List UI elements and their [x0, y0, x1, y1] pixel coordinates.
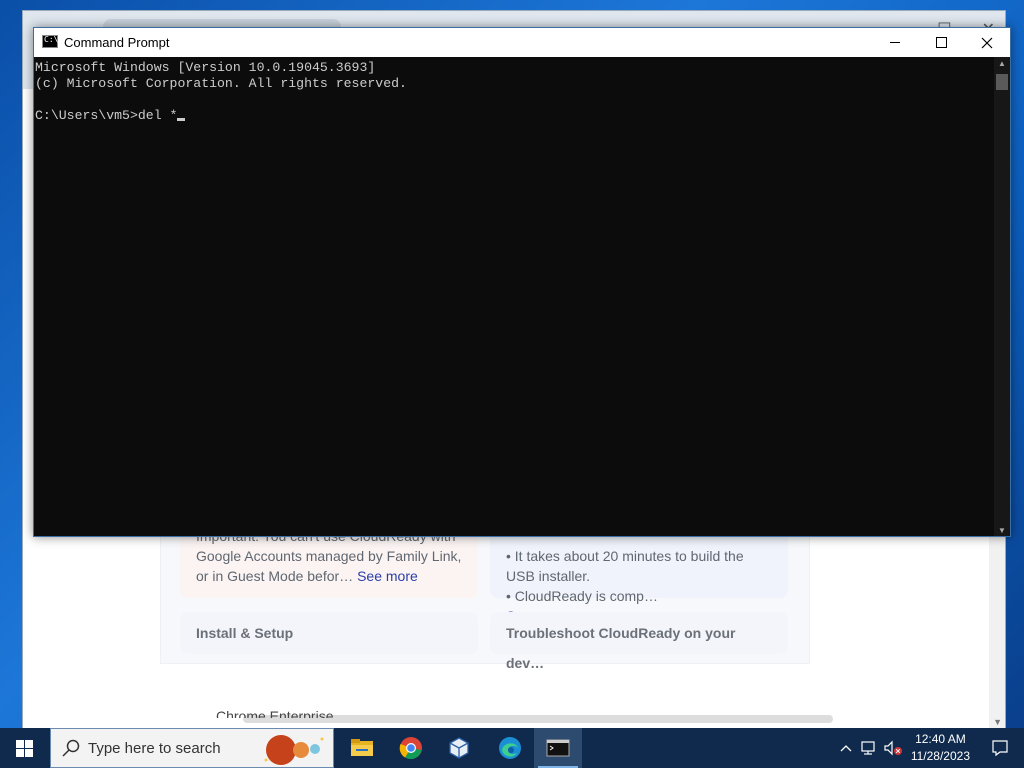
window-title: Command Prompt	[64, 35, 170, 50]
command-prompt-taskbar-button[interactable]	[534, 728, 582, 768]
command-prompt-window[interactable]: C:\ Command Prompt Microsoft Windows [Ve…	[33, 27, 1011, 537]
show-hidden-icons-button[interactable]	[836, 728, 856, 768]
search-icon	[62, 739, 80, 757]
chrome-taskbar-button[interactable]	[387, 728, 435, 768]
folder-icon	[351, 739, 373, 756]
console-output[interactable]: Microsoft Windows [Version 10.0.19045.36…	[34, 57, 994, 536]
file-explorer-taskbar-button[interactable]	[338, 728, 386, 768]
scroll-up-icon[interactable]: ▲	[998, 59, 1006, 68]
troubleshoot-card[interactable]: Troubleshoot CloudReady on your dev…	[490, 612, 788, 671]
volume-muted-icon	[884, 740, 902, 756]
maximize-icon	[935, 37, 947, 48]
scroll-down-icon[interactable]: ▼	[993, 717, 1002, 727]
edge-icon	[499, 737, 521, 759]
console-scrollbar[interactable]: ▲ ▼	[994, 57, 1010, 536]
minimize-button[interactable]	[872, 28, 918, 57]
minimize-icon	[890, 42, 900, 43]
install-setup-card[interactable]: Install & Setup	[180, 612, 478, 654]
search-highlight-icon	[264, 735, 324, 765]
windows-logo-icon	[15, 739, 33, 757]
volume-button[interactable]	[882, 728, 904, 768]
system-tray: 12:40 AM 11/28/2023	[824, 728, 1024, 768]
close-icon	[981, 37, 993, 48]
card-title: Install & Setup	[196, 625, 294, 641]
console-line: (c) Microsoft Corporation. All rights re…	[35, 76, 407, 91]
card-text: • It takes about 20 minutes to build the…	[506, 548, 744, 604]
taskbar-search-box[interactable]: Type here to search	[50, 728, 334, 768]
network-icon	[861, 741, 875, 755]
desktop: — ☐ ✕ ▼ Important: You can't use CloudRe…	[0, 0, 1024, 730]
close-button[interactable]	[964, 28, 1010, 57]
notification-icon	[992, 740, 1008, 757]
text-cursor	[177, 118, 186, 121]
scroll-thumb[interactable]	[996, 74, 1008, 90]
scroll-down-icon[interactable]: ▼	[998, 526, 1006, 535]
command-prompt-icon	[546, 739, 570, 757]
taskbar-clock[interactable]: 12:40 AM 11/28/2023	[911, 731, 970, 765]
console-prompt-line: C:\Users\vm5>del *	[35, 108, 178, 123]
cmd-titlebar[interactable]: C:\ Command Prompt	[34, 28, 1010, 57]
see-more-link[interactable]: See more	[357, 568, 418, 584]
chevron-up-icon	[840, 745, 852, 752]
taskbar: Type here to search 12:40 AM 11/28/2023	[0, 728, 1024, 768]
maximize-button[interactable]	[918, 28, 964, 57]
virtualbox-taskbar-button[interactable]	[435, 728, 483, 768]
start-button[interactable]	[0, 728, 48, 768]
cmd-app-icon: C:\	[42, 35, 58, 48]
network-status-button[interactable]	[858, 728, 880, 768]
console-line: Microsoft Windows [Version 10.0.19045.36…	[35, 60, 376, 75]
clock-time: 12:40 AM	[915, 732, 966, 746]
edge-taskbar-button[interactable]	[486, 728, 534, 768]
chrome-icon	[399, 737, 422, 760]
notifications-button[interactable]	[988, 728, 1012, 768]
search-placeholder: Type here to search	[88, 740, 221, 757]
virtualbox-icon	[449, 737, 469, 759]
clock-date: 11/28/2023	[910, 749, 970, 763]
